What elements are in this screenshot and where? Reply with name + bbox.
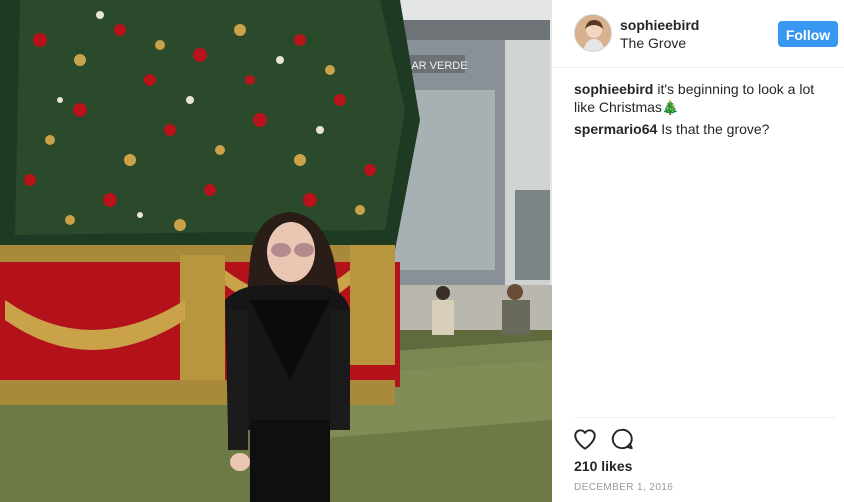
follow-button[interactable]: Follow [778, 21, 838, 47]
actions-divider [574, 417, 836, 418]
comment-item: spermario64 Is that the grove? [574, 120, 836, 138]
comment-text: Is that the grove? [661, 121, 770, 137]
storefront-sign: BAR VERDE [404, 60, 468, 72]
post-location[interactable]: The Grove [620, 35, 686, 51]
post-date: DECEMBER 1, 2016 [574, 482, 674, 493]
comment-author[interactable]: spermario64 [574, 121, 657, 137]
avatar-image [575, 15, 611, 51]
heart-icon[interactable] [572, 426, 598, 452]
post-image: BAR VERDE [0, 0, 552, 502]
comment-list: sophieebird it's beginning to look a lot … [574, 80, 836, 142]
post-header: sophieebird The Grove Follow [552, 0, 844, 68]
comment-bubble-icon[interactable] [609, 426, 635, 452]
post-username[interactable]: sophieebird [620, 17, 699, 33]
avatar[interactable] [574, 14, 612, 52]
post-photo[interactable]: BAR VERDE [0, 0, 552, 502]
comment-item: sophieebird it's beginning to look a lot … [574, 80, 836, 116]
post-side-panel: sophieebird The Grove Follow sophieebird… [552, 0, 844, 502]
comment-author[interactable]: sophieebird [574, 81, 653, 97]
like-count[interactable]: 210 likes [574, 458, 632, 474]
